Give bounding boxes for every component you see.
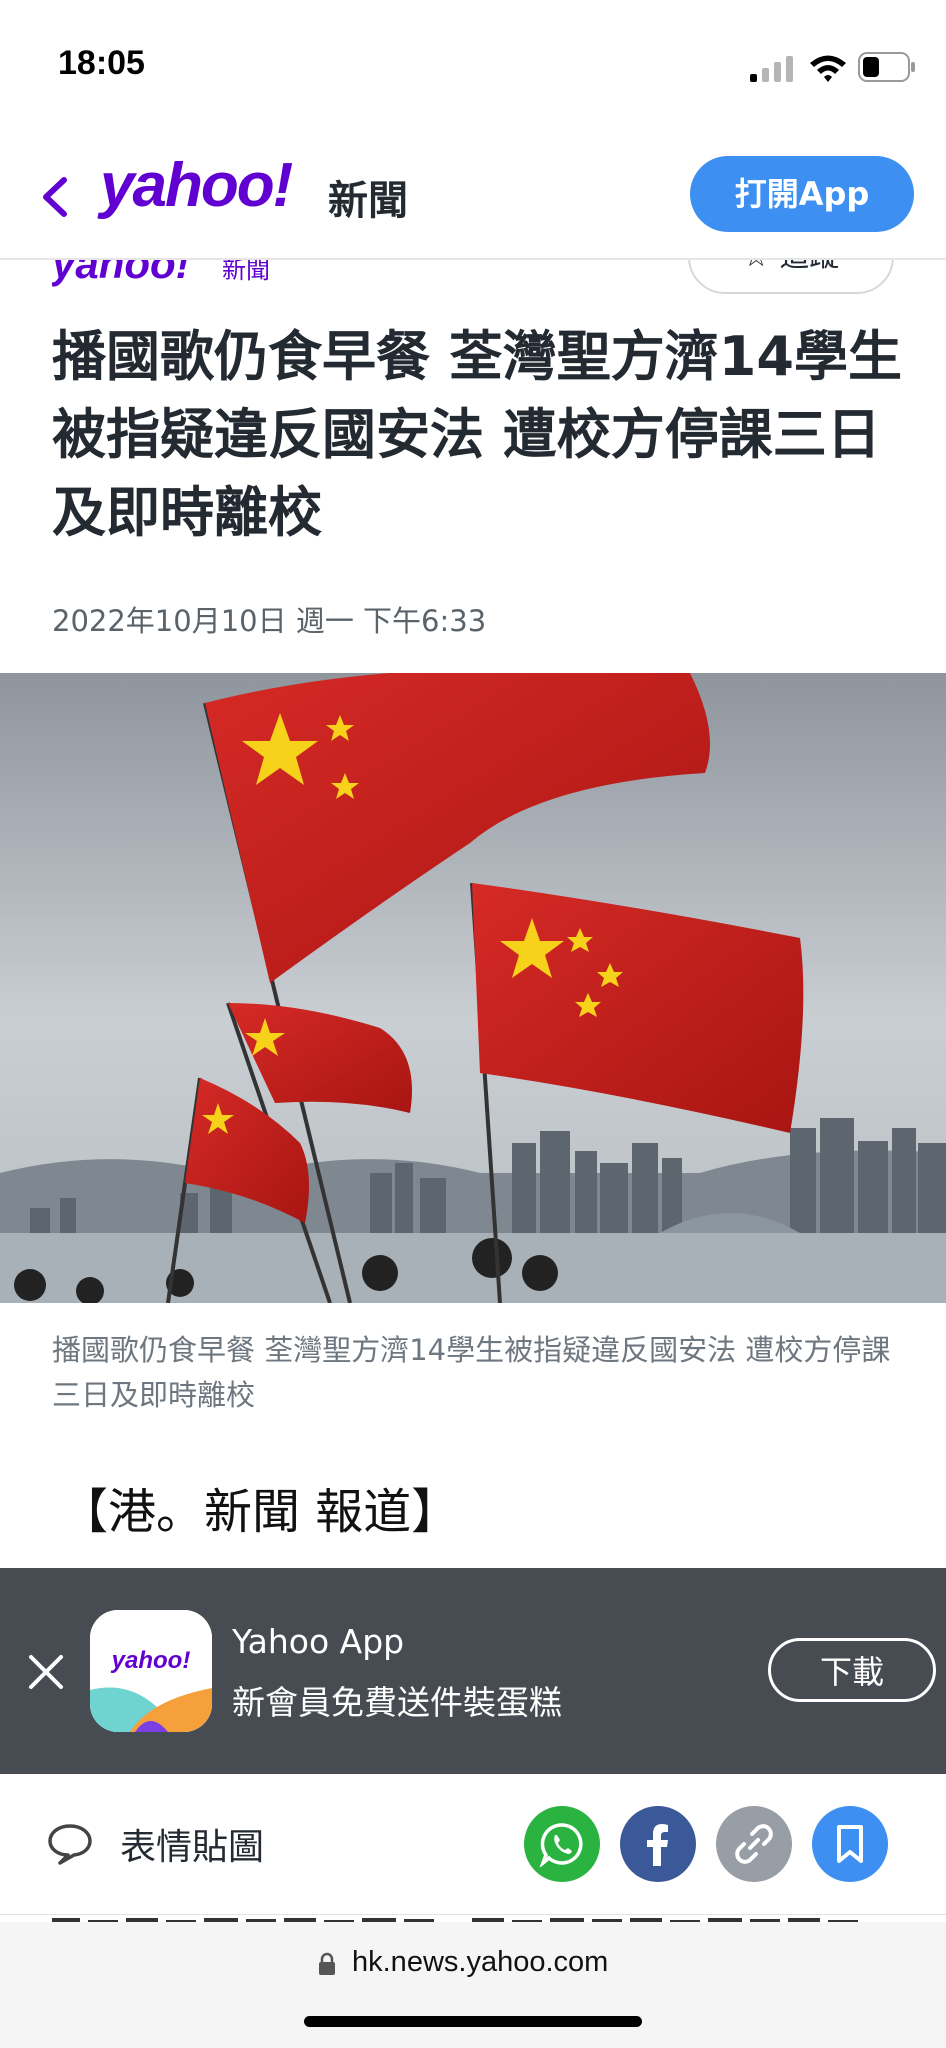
news-section-label: 新聞: [328, 178, 408, 224]
image-caption: 播國歌仍食早餐 荃灣聖方濟14學生被指疑違反國安法 遭校方停課三日及即時離校: [52, 1333, 891, 1412]
browser-address-bar: [0, 1922, 946, 2048]
bookmark-button[interactable]: [812, 1806, 888, 1882]
article-source-line: 【港。新聞 報道】: [60, 1484, 460, 1540]
facebook-share-button[interactable]: [620, 1806, 696, 1882]
close-icon[interactable]: [26, 1652, 66, 1692]
whatsapp-icon: [539, 1823, 583, 1867]
url-field[interactable]: hk.news.yahoo.com: [352, 1946, 608, 1979]
bookmark-icon: [837, 1825, 863, 1863]
copy-link-button[interactable]: [716, 1806, 792, 1882]
article-headline: 播國歌仍食早餐 荃灣聖方濟14學生被指疑違反國安法 遭校方停課三日及即時離校: [52, 325, 902, 544]
banner-title: Yahoo App: [232, 1622, 405, 1661]
battery-icon: [858, 52, 915, 82]
cellular-signal-icon: [750, 56, 793, 82]
app-icon-wordmark: yahoo!: [111, 1647, 191, 1674]
banner-subtitle: 新會員免費送件裝蛋糕: [232, 1683, 562, 1722]
article-date: 2022年10月10日 週一 下午6:33: [52, 604, 487, 638]
home-indicator[interactable]: [304, 2016, 642, 2027]
yahoo-logo[interactable]: yahoo!: [100, 150, 293, 221]
back-chevron-icon[interactable]: [36, 172, 76, 222]
comment-bubble-icon[interactable]: [46, 1822, 94, 1866]
lock-icon: [319, 1952, 335, 1975]
facebook-icon: [647, 1824, 668, 1866]
yahoo-app-icon: yahoo!: [90, 1610, 212, 1732]
link-icon: [735, 1824, 773, 1864]
stickers-label[interactable]: 表情貼圖: [120, 1818, 264, 1870]
open-app-button[interactable]: 打開App: [690, 156, 914, 232]
download-button[interactable]: 下載: [768, 1638, 936, 1702]
article-hero-image[interactable]: [0, 673, 946, 1303]
wifi-icon: [810, 55, 846, 82]
status-time: 18:05: [58, 44, 145, 82]
whatsapp-share-button[interactable]: [524, 1806, 600, 1882]
